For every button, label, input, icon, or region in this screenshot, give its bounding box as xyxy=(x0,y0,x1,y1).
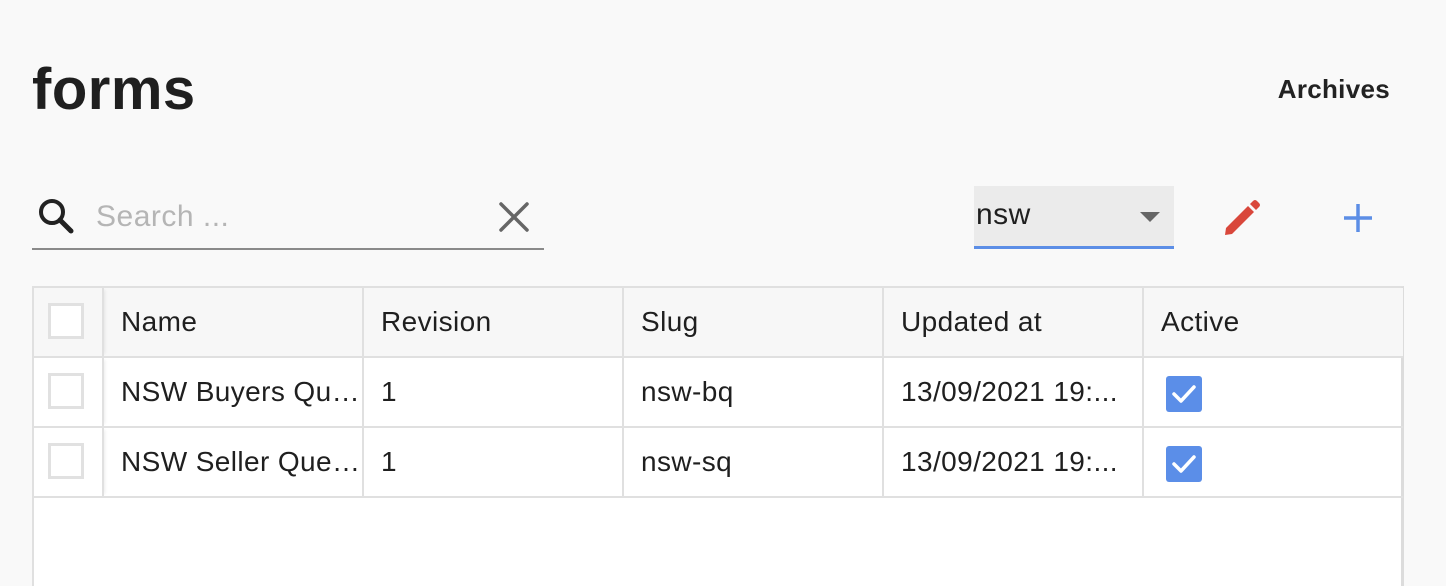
pencil-icon[interactable] xyxy=(1220,196,1264,240)
chevron-down-icon xyxy=(1140,212,1160,222)
active-checkbox[interactable] xyxy=(1166,376,1202,412)
cell-updated-at: 13/09/2021 19:... xyxy=(884,428,1144,496)
search-bar xyxy=(32,186,544,250)
close-icon[interactable] xyxy=(498,201,530,233)
select-all-cell xyxy=(34,288,104,356)
cell-active xyxy=(1144,358,1403,426)
column-header-name[interactable]: Name xyxy=(104,288,364,356)
row-select-cell xyxy=(34,428,104,496)
page-title: forms xyxy=(32,57,196,122)
search-icon xyxy=(39,199,74,234)
cell-active xyxy=(1144,428,1403,496)
search-input[interactable] xyxy=(94,192,478,242)
select-all-checkbox[interactable] xyxy=(48,303,84,339)
cell-updated-at: 13/09/2021 19:... xyxy=(884,358,1144,426)
column-header-updated-at[interactable]: Updated at xyxy=(884,288,1144,356)
column-header-active[interactable]: Active xyxy=(1144,288,1403,356)
checkmark-icon xyxy=(1172,455,1196,473)
cell-name: NSW Seller Questionnaire xyxy=(104,428,364,496)
cell-revision: 1 xyxy=(364,358,624,426)
checkmark-icon xyxy=(1172,385,1196,403)
cell-revision: 1 xyxy=(364,428,624,496)
column-header-slug[interactable]: Slug xyxy=(624,288,884,356)
cell-slug: nsw-sq xyxy=(624,428,884,496)
region-select[interactable]: nsw xyxy=(974,186,1174,249)
table-row[interactable]: NSW Buyers Questionnaire 1 nsw-bq 13/09/… xyxy=(34,358,1403,428)
plus-icon[interactable] xyxy=(1336,196,1380,240)
table-row[interactable]: NSW Seller Questionnaire 1 nsw-sq 13/09/… xyxy=(34,428,1403,498)
cell-name: NSW Buyers Questionnaire xyxy=(104,358,364,426)
row-checkbox[interactable] xyxy=(48,443,84,479)
row-select-cell xyxy=(34,358,104,426)
forms-table: Name Revision Slug Updated at Active NSW… xyxy=(32,286,1404,586)
column-header-revision[interactable]: Revision xyxy=(364,288,624,356)
forms-page: forms Archives nsw Name Revision Slug xyxy=(0,0,1446,586)
region-select-value: nsw xyxy=(976,198,1031,231)
table-header-row: Name Revision Slug Updated at Active xyxy=(34,288,1403,358)
archives-link[interactable]: Archives xyxy=(1278,74,1390,105)
active-checkbox[interactable] xyxy=(1166,446,1202,482)
cell-slug: nsw-bq xyxy=(624,358,884,426)
row-checkbox[interactable] xyxy=(48,373,84,409)
